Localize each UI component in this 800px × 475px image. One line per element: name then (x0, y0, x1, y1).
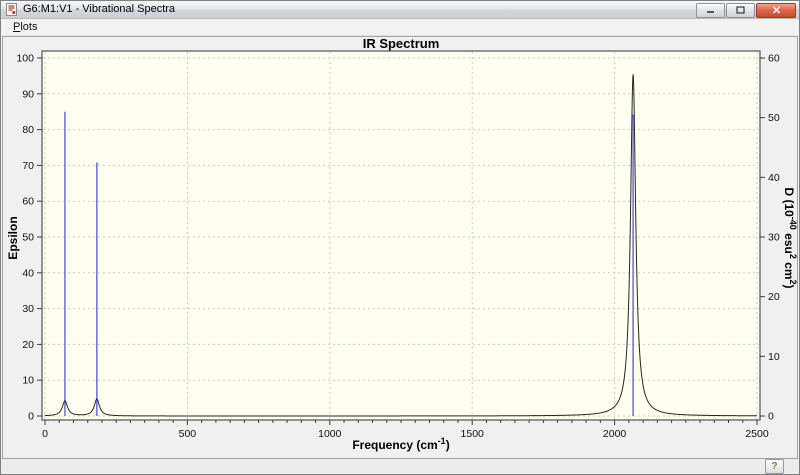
svg-text:30: 30 (768, 232, 780, 244)
svg-text:0: 0 (768, 411, 774, 423)
window: G6:M1:V1 - Vibrational Spectra Plots 050… (0, 0, 800, 475)
maximize-button[interactable] (726, 2, 755, 18)
window-controls (696, 2, 796, 18)
close-button[interactable] (756, 2, 796, 18)
titlebar: G6:M1:V1 - Vibrational Spectra (1, 1, 799, 19)
svg-text:100: 100 (16, 53, 34, 65)
svg-text:60: 60 (768, 53, 780, 65)
svg-text:60: 60 (22, 196, 34, 208)
chart-title: IR Spectrum (363, 37, 440, 51)
window-title: G6:M1:V1 - Vibrational Spectra (23, 3, 176, 15)
x-axis-title: Frequency (cm-1) (352, 436, 449, 452)
maximize-icon (736, 6, 745, 14)
svg-text:50: 50 (768, 112, 780, 124)
svg-text:20: 20 (768, 291, 780, 303)
y-left-axis-title: Epsilon (6, 216, 20, 259)
svg-text:500: 500 (179, 428, 197, 440)
menu-plots[interactable]: Plots (7, 20, 43, 34)
svg-text:2500: 2500 (745, 428, 769, 440)
close-icon (772, 6, 780, 14)
svg-text:40: 40 (768, 172, 780, 184)
svg-text:10: 10 (22, 375, 34, 387)
statusbar: ? (1, 459, 799, 474)
minimize-button[interactable] (696, 2, 725, 18)
svg-text:50: 50 (22, 232, 34, 244)
svg-text:0: 0 (42, 428, 48, 440)
app-icon (5, 3, 18, 16)
plot-area[interactable] (42, 51, 760, 420)
svg-text:0: 0 (28, 411, 34, 423)
menubar: Plots (1, 19, 799, 36)
y-right-axis-title: D (10-40 esu2 cm2) (782, 187, 797, 288)
help-question-icon: ? (771, 461, 778, 472)
svg-text:80: 80 (22, 124, 34, 136)
minimize-icon (707, 11, 714, 13)
menu-plots-label-rest: lots (20, 21, 38, 33)
svg-text:20: 20 (22, 339, 34, 351)
help-button[interactable]: ? (765, 459, 784, 474)
svg-text:40: 40 (22, 267, 34, 279)
svg-text:10: 10 (768, 351, 780, 363)
ir-spectrum-chart[interactable]: 0 500 1000 1500 2000 250001020304050607080901… (3, 37, 797, 458)
svg-text:30: 30 (22, 303, 34, 315)
svg-text:2000: 2000 (603, 428, 627, 440)
svg-text:1000: 1000 (318, 428, 342, 440)
svg-text:70: 70 (22, 160, 34, 172)
chart-panel: 0 500 1000 1500 2000 2500 0 10 20 30 40 50 60 70 80 90 1… (2, 36, 798, 459)
svg-text:90: 90 (22, 88, 34, 100)
svg-text:1500: 1500 (461, 428, 485, 440)
